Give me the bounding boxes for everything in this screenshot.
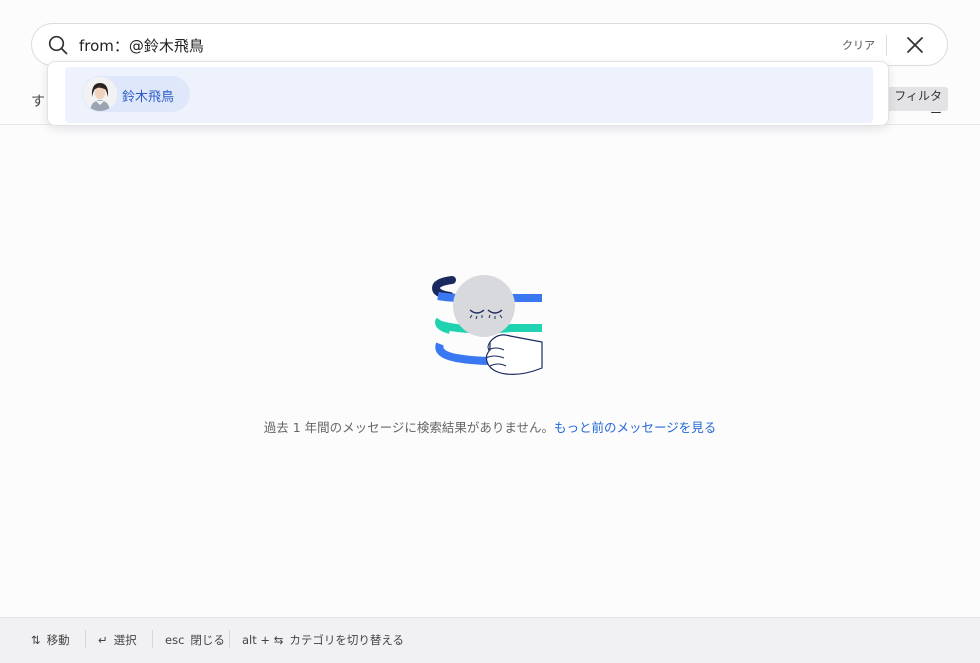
close-button[interactable] <box>903 33 927 57</box>
enter-icon: ↵ <box>98 633 108 647</box>
empty-message-text: 過去 1 年間のメッセージに検索結果がありません。 <box>263 420 554 435</box>
keyboard-hints-footer: ⇅ 移動 ↵ 選択 esc 閉じる alt + ⇆ カテゴリを切り替える <box>0 617 980 663</box>
empty-state-message: 過去 1 年間のメッセージに検索結果がありません。もっと前のメッセージを見る <box>0 417 980 436</box>
search-icon <box>47 34 69 56</box>
hint-move: ⇅ 移動 <box>31 632 70 648</box>
hint-select-label: 選択 <box>113 633 137 647</box>
hint-select: ↵ 選択 <box>98 632 137 648</box>
hint-switch-category: alt + ⇆ カテゴリを切り替える <box>242 632 404 648</box>
hint-move-label: 移動 <box>46 633 70 647</box>
user-chip-name: 鈴木飛鳥 <box>122 90 175 105</box>
footer-divider <box>229 630 230 648</box>
updown-arrows-icon: ⇅ <box>31 633 41 647</box>
alt-tab-key: alt + ⇆ <box>242 633 284 647</box>
search-divider <box>886 35 887 56</box>
suggestion-dropdown: 鈴木飛鳥 <box>47 61 889 126</box>
search-input[interactable] <box>79 32 679 58</box>
empty-illustration <box>431 272 548 384</box>
tab-all-partial[interactable]: す <box>31 91 45 111</box>
footer-divider <box>152 630 153 648</box>
footer-divider <box>85 630 86 648</box>
clear-button[interactable]: クリア <box>842 37 875 53</box>
esc-key: esc <box>165 633 185 647</box>
hint-close-label: 閉じる <box>190 633 225 647</box>
hint-switch-category-label: カテゴリを切り替える <box>289 633 404 647</box>
search-bar[interactable]: クリア <box>31 23 948 66</box>
user-chip[interactable]: 鈴木飛鳥 <box>82 76 190 112</box>
hint-close: esc 閉じる <box>165 632 225 648</box>
avatar <box>83 77 117 111</box>
older-messages-link[interactable]: もっと前のメッセージを見る <box>554 420 716 435</box>
filter-button[interactable]: フィルター <box>884 87 948 120</box>
suggestion-row[interactable]: 鈴木飛鳥 <box>65 67 873 123</box>
close-icon <box>903 37 927 60</box>
